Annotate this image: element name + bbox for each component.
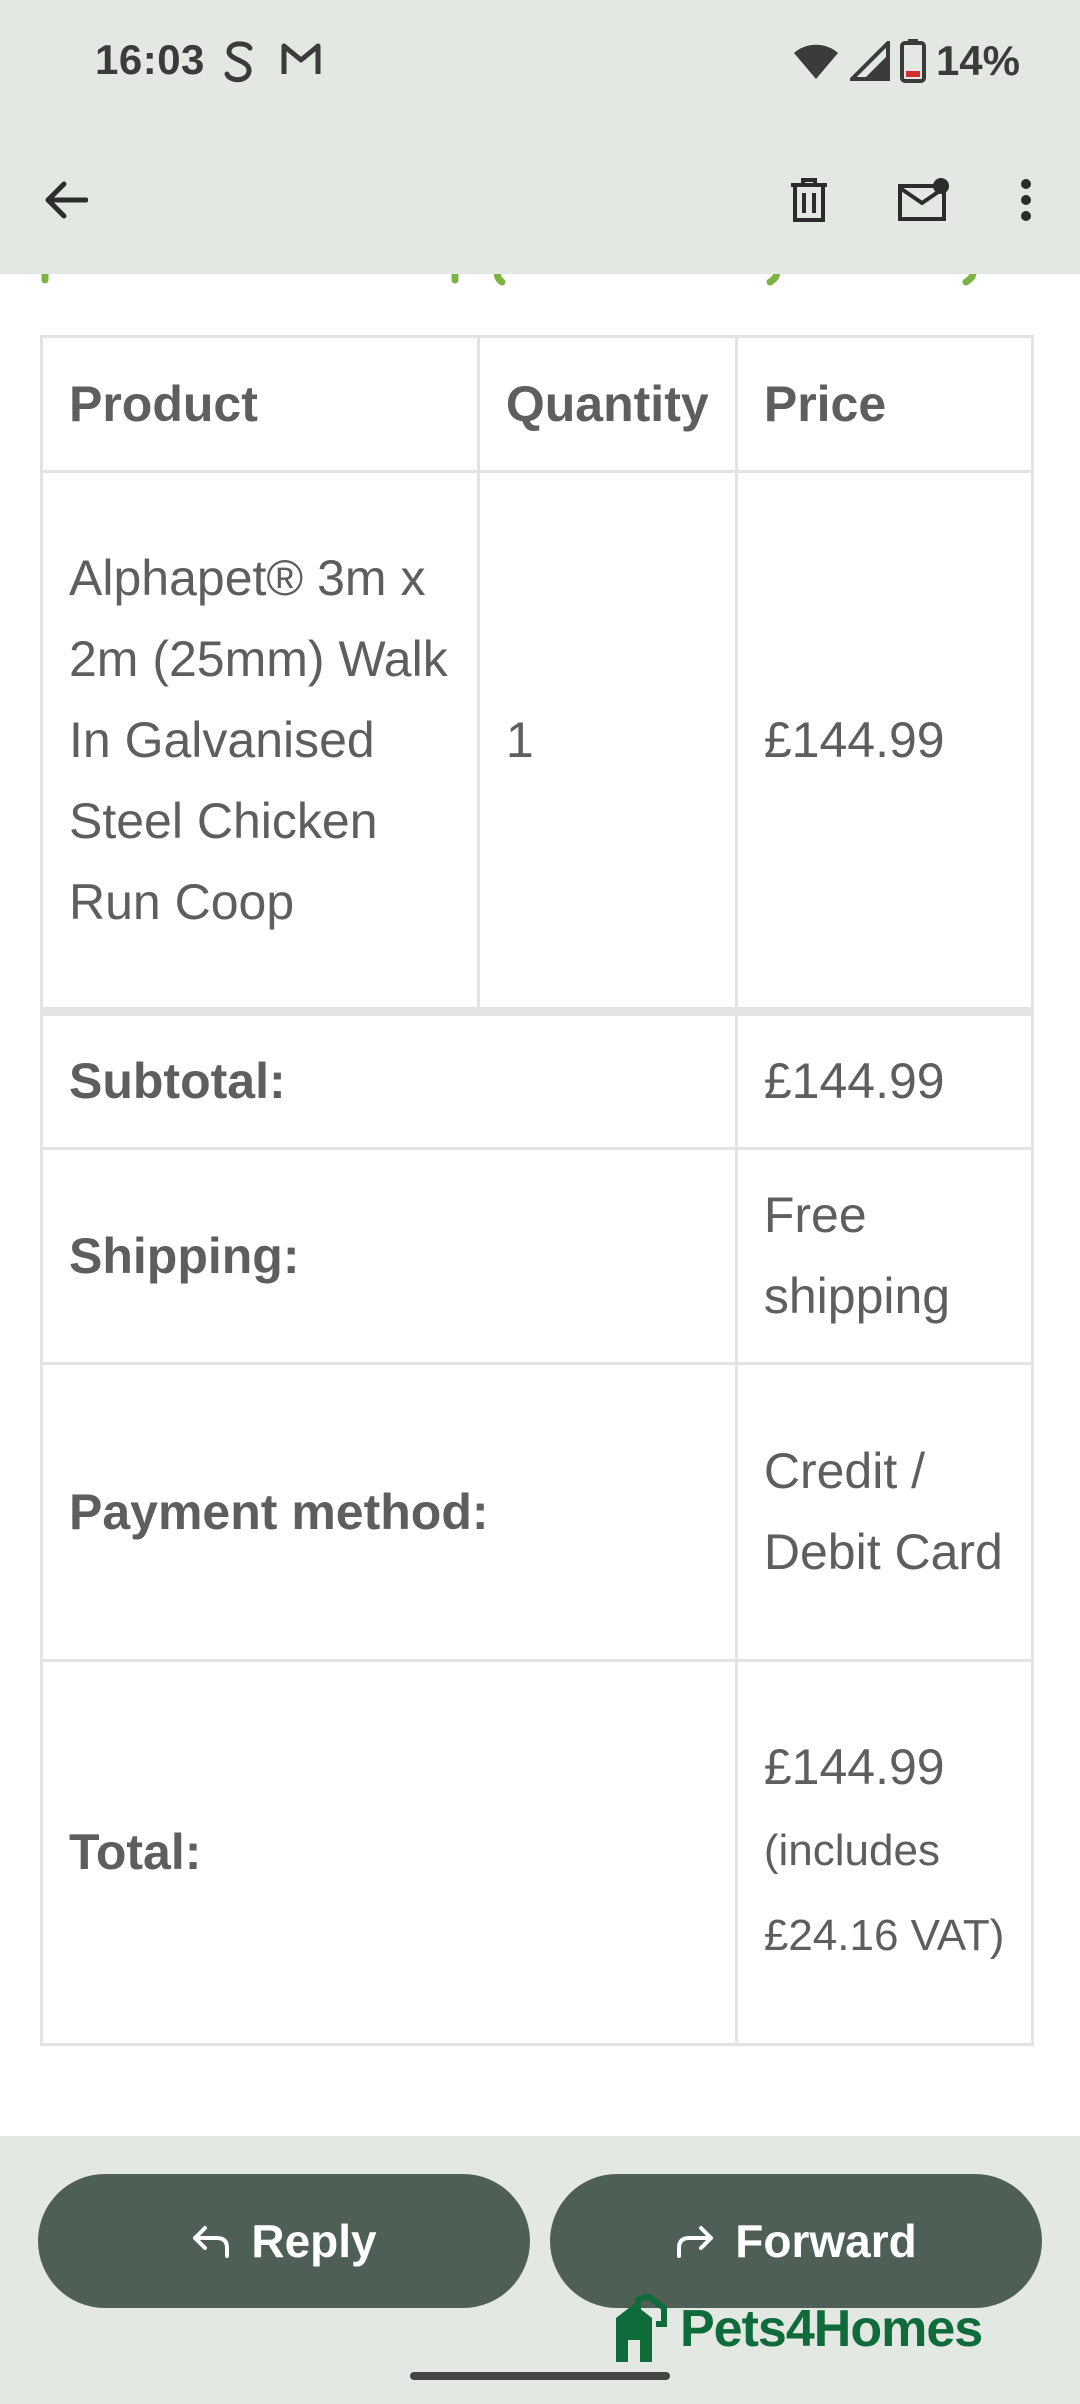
shipping-value: Free shipping (734, 1147, 1035, 1365)
wifi-icon (793, 44, 838, 79)
product-quantity: 1 (476, 470, 738, 1013)
status-bar: 16:03 14% (0, 0, 1080, 120)
more-options-button[interactable] (998, 172, 1054, 228)
total-row: Total: £144.99 (includes £24.16 VAT) (40, 1659, 1035, 2046)
total-label: Total: (40, 1659, 738, 2046)
battery-icon (899, 39, 926, 83)
reply-label: Reply (251, 2215, 377, 2267)
reply-button[interactable]: Reply (38, 2174, 530, 2308)
payment-method-row: Payment method: Credit / Debit Card (40, 1362, 1035, 1662)
mark-unread-button[interactable] (896, 172, 952, 228)
total-cell: £144.99 (includes £24.16 VAT) (734, 1659, 1035, 2046)
pets4homes-logo-text: Pets4Homes (680, 2300, 983, 2358)
forward-arrow-icon (677, 2226, 714, 2258)
header-price: Price (734, 335, 1035, 473)
forward-label: Forward (735, 2215, 917, 2267)
battery-percent: 14% (935, 37, 1020, 84)
s-app-notification-icon (224, 41, 253, 83)
subtotal-value: £144.99 (734, 1007, 1035, 1150)
header-product: Product (40, 335, 480, 473)
back-button[interactable] (38, 172, 94, 228)
status-right: 14% (792, 36, 1020, 86)
pets4homes-logo-icon (616, 2294, 667, 2362)
home-indicator[interactable] (410, 2372, 670, 2380)
payment-method-label: Payment method: (40, 1362, 738, 1662)
gmail-notification-icon (281, 43, 321, 74)
status-time: 16:03 (95, 36, 205, 83)
arrow-left-icon (45, 181, 88, 219)
pets4homes-watermark: Pets4Homes (612, 2294, 983, 2364)
payment-method-value: Credit / Debit Card (734, 1362, 1035, 1662)
signal-icon (849, 41, 890, 81)
more-vert-icon (1021, 179, 1031, 221)
order-table: Product Quantity Price Alphapet® 3m x 2m… (40, 335, 1035, 2046)
bottom-action-bar: Reply Forward Pets4Homes (0, 2136, 1080, 2404)
trash-icon (791, 178, 827, 222)
table-header-row: Product Quantity Price (40, 335, 1035, 473)
mail-unread-icon (898, 178, 949, 221)
header-quantity: Quantity (476, 335, 738, 473)
shipping-label: Shipping: (40, 1147, 738, 1365)
reply-arrow-icon (193, 2226, 230, 2258)
delete-button[interactable] (781, 172, 837, 228)
app-bar (0, 150, 1080, 250)
product-name: Alphapet® 3m x 2m (25mm) Walk In Galvani… (40, 470, 480, 1013)
forward-button[interactable]: Forward (550, 2174, 1042, 2308)
subtotal-row: Subtotal: £144.99 (40, 1007, 1035, 1150)
subtotal-label: Subtotal: (40, 1007, 738, 1150)
top-bar: 16:03 14% (0, 0, 1080, 274)
shipping-row: Shipping: Free shipping (40, 1147, 1035, 1365)
product-price: £144.99 (734, 470, 1035, 1013)
total-value: £144.99 (763, 1739, 945, 1795)
table-row: Alphapet® 3m x 2m (25mm) Walk In Galvani… (40, 470, 1035, 1013)
total-vat-note: (includes £24.16 VAT) (763, 1826, 1005, 1960)
